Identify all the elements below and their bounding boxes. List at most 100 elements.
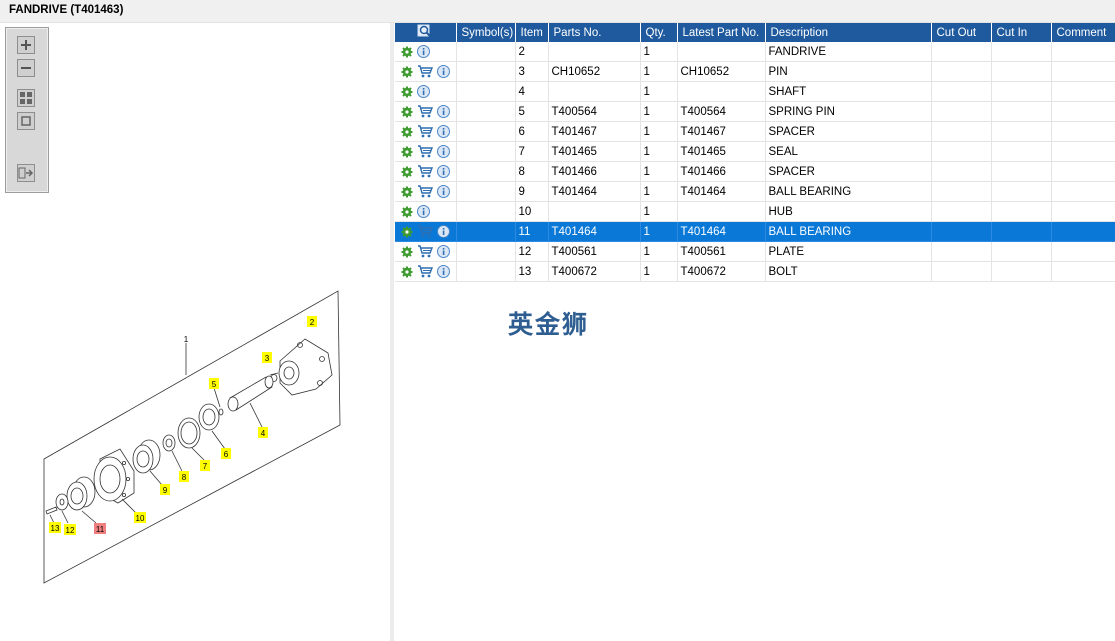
table-row[interactable]: 8 T401466 1 T401466 SPACER bbox=[395, 161, 1115, 182]
info-icon[interactable] bbox=[437, 225, 450, 238]
gear-icon[interactable] bbox=[401, 126, 413, 138]
table-row[interactable]: 11 T401464 1 T401464 BALL BEARING bbox=[395, 221, 1115, 242]
gear-icon[interactable] bbox=[401, 166, 413, 178]
info-icon[interactable] bbox=[437, 105, 450, 118]
cell-qty: 1 bbox=[640, 42, 678, 62]
cell-qty: 1 bbox=[640, 261, 678, 282]
cell-cut-out bbox=[931, 241, 992, 262]
cell-parts-no: T400672 bbox=[548, 261, 641, 282]
toggle-list-button[interactable] bbox=[17, 164, 35, 182]
header-description[interactable]: Description bbox=[765, 23, 932, 42]
info-icon[interactable] bbox=[437, 245, 450, 258]
table-row[interactable]: 9 T401464 1 T401464 BALL BEARING bbox=[395, 181, 1115, 202]
cell-latest-part-no bbox=[677, 42, 766, 62]
cell-cut-out bbox=[931, 61, 992, 82]
drawing-pane[interactable]: 1 2 3 4 5 6 7 8 9 10 11 12 13 bbox=[0, 23, 390, 641]
gear-icon[interactable] bbox=[401, 186, 413, 198]
gear-icon[interactable] bbox=[401, 66, 413, 78]
table-row[interactable]: 4 1 SHAFT bbox=[395, 81, 1115, 102]
table-row[interactable]: 2 1 FANDRIVE bbox=[395, 42, 1115, 62]
cart-icon[interactable] bbox=[417, 245, 433, 258]
table-row[interactable]: 13 T400672 1 T400672 BOLT bbox=[395, 261, 1115, 282]
cart-icon[interactable] bbox=[417, 185, 433, 198]
gear-icon[interactable] bbox=[401, 86, 413, 98]
fit-all-button[interactable] bbox=[17, 89, 35, 107]
fit-window-button[interactable] bbox=[17, 112, 35, 130]
cart-icon[interactable] bbox=[417, 105, 433, 118]
row-actions bbox=[395, 201, 457, 222]
header-cut-in[interactable]: Cut In bbox=[991, 23, 1052, 42]
gear-icon[interactable] bbox=[401, 266, 413, 278]
info-icon[interactable] bbox=[437, 265, 450, 278]
cell-item: 13 bbox=[515, 261, 549, 282]
cell-description: BALL BEARING bbox=[765, 181, 932, 202]
plus-icon bbox=[21, 40, 31, 50]
table-row[interactable]: 12 T400561 1 T400561 PLATE bbox=[395, 241, 1115, 262]
header-symbols[interactable]: Symbol(s) bbox=[456, 23, 516, 42]
fit-all-icon bbox=[20, 92, 32, 104]
info-icon[interactable] bbox=[417, 205, 430, 218]
cell-parts-no: T401465 bbox=[548, 141, 641, 162]
cell-parts-no: T401464 bbox=[548, 181, 641, 202]
table-row[interactable]: 7 T401465 1 T401465 SEAL bbox=[395, 141, 1115, 162]
cell-symbols bbox=[456, 141, 516, 162]
cart-icon[interactable] bbox=[417, 145, 433, 158]
table-row[interactable]: 10 1 HUB bbox=[395, 201, 1115, 222]
gear-icon[interactable] bbox=[401, 206, 413, 218]
table-row[interactable]: 6 T401467 1 T401467 SPACER bbox=[395, 121, 1115, 142]
gear-icon[interactable] bbox=[401, 146, 413, 158]
info-icon[interactable] bbox=[437, 65, 450, 78]
title-bar: FANDRIVE (T401463) bbox=[0, 0, 1115, 23]
cell-description: PIN bbox=[765, 61, 932, 82]
header-cut-out[interactable]: Cut Out bbox=[931, 23, 992, 42]
exploded-view-drawing[interactable]: 1 2 3 4 5 6 7 8 9 10 11 12 13 bbox=[0, 23, 390, 641]
cell-cut-out bbox=[931, 101, 992, 122]
info-icon[interactable] bbox=[437, 185, 450, 198]
cell-comment bbox=[1051, 42, 1115, 62]
gear-icon[interactable] bbox=[401, 46, 413, 58]
zoom-out-button[interactable] bbox=[17, 59, 35, 77]
callout-10: 10 bbox=[136, 514, 145, 523]
cell-comment bbox=[1051, 181, 1115, 202]
table-row[interactable]: 3 CH10652 1 CH10652 PIN bbox=[395, 61, 1115, 82]
info-icon[interactable] bbox=[417, 85, 430, 98]
header-qty[interactable]: Qty. bbox=[640, 23, 678, 42]
header-comment[interactable]: Comment bbox=[1051, 23, 1115, 42]
info-icon[interactable] bbox=[417, 45, 430, 58]
table-row[interactable]: 5 T400564 1 T400564 SPRING PIN bbox=[395, 101, 1115, 122]
cart-icon[interactable] bbox=[417, 265, 433, 278]
cell-qty: 1 bbox=[640, 81, 678, 102]
info-icon[interactable] bbox=[437, 165, 450, 178]
cart-icon[interactable] bbox=[417, 65, 433, 78]
cell-parts-no bbox=[548, 81, 641, 102]
cell-cut-in bbox=[991, 241, 1052, 262]
cart-icon[interactable] bbox=[417, 165, 433, 178]
cell-cut-out bbox=[931, 181, 992, 202]
zoom-in-button[interactable] bbox=[17, 36, 35, 54]
viewer-toolbar bbox=[5, 27, 49, 193]
cell-cut-out bbox=[931, 81, 992, 102]
cart-icon[interactable] bbox=[417, 225, 433, 238]
gear-icon[interactable] bbox=[401, 106, 413, 118]
cell-item: 2 bbox=[515, 42, 549, 62]
minus-icon bbox=[21, 67, 31, 69]
cell-cut-in bbox=[991, 161, 1052, 182]
header-item[interactable]: Item bbox=[515, 23, 549, 42]
info-icon[interactable] bbox=[437, 125, 450, 138]
cell-cut-in bbox=[991, 81, 1052, 102]
cell-symbols bbox=[456, 161, 516, 182]
callout-6: 6 bbox=[224, 450, 229, 459]
header-parts-no[interactable]: Parts No. bbox=[548, 23, 641, 42]
cart-icon[interactable] bbox=[417, 125, 433, 138]
info-icon[interactable] bbox=[437, 145, 450, 158]
cell-comment bbox=[1051, 61, 1115, 82]
cell-symbols bbox=[456, 261, 516, 282]
cell-symbols bbox=[456, 101, 516, 122]
fit-window-icon bbox=[21, 116, 31, 126]
gear-icon[interactable] bbox=[401, 226, 413, 238]
gear-icon[interactable] bbox=[401, 246, 413, 258]
cell-latest-part-no: T400561 bbox=[677, 241, 766, 262]
header-latest-part-no[interactable]: Latest Part No. bbox=[677, 23, 766, 42]
header-search[interactable] bbox=[395, 23, 457, 42]
cell-cut-in bbox=[991, 42, 1052, 62]
